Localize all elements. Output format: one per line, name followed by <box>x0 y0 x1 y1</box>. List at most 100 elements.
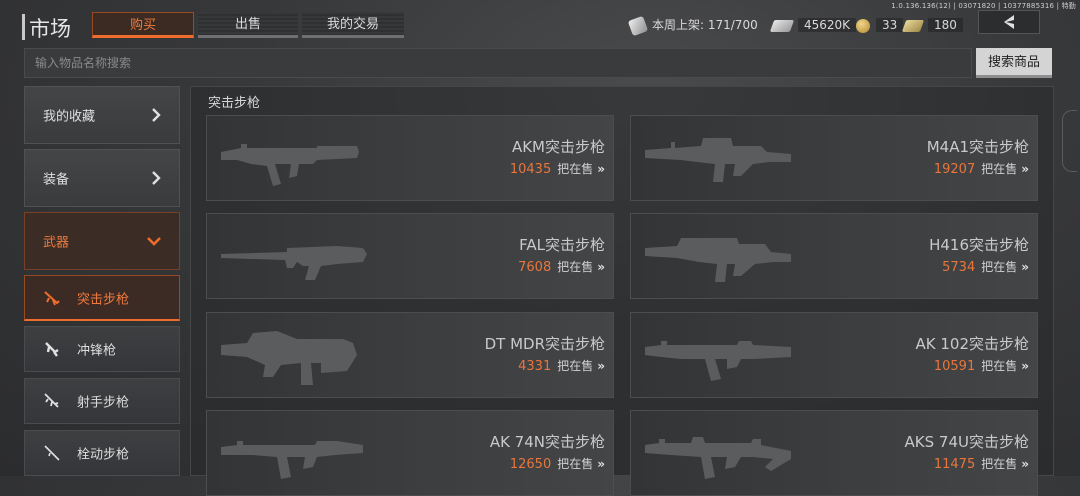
double-chevron-icon: » <box>597 260 605 274</box>
item-meta: 5734 把在售» <box>942 258 1029 275</box>
sidebar-sub-smg[interactable]: 冲锋枪 <box>24 326 180 372</box>
sidebar-item-label: 装备 <box>43 172 70 188</box>
item-image <box>207 214 386 298</box>
chevron-right-icon <box>152 171 161 185</box>
item-image <box>631 214 810 298</box>
item-meta: 10591 把在售» <box>934 357 1029 374</box>
item-price: 10591 <box>933 359 976 374</box>
tab-my-trades[interactable]: 我的交易 <box>302 12 404 38</box>
tab-sell[interactable]: 出售 <box>198 12 298 38</box>
search-button[interactable]: 搜索商品 <box>976 48 1052 78</box>
search-input[interactable] <box>24 48 972 78</box>
for-sale-label: 把在售 <box>557 359 594 373</box>
gold-cash-icon <box>901 19 925 32</box>
item-price: 19207 <box>933 162 976 177</box>
cash-stat: 45620K <box>769 14 857 36</box>
gold-cash-value: 180 <box>928 18 963 32</box>
item-meta: 19207 把在售» <box>934 160 1029 177</box>
for-sale-label: 把在售 <box>981 457 1018 471</box>
page-title: 市场 <box>29 17 71 41</box>
item-image <box>631 313 810 397</box>
double-chevron-icon: » <box>1021 359 1029 373</box>
item-name: DT MDR突击步枪 <box>484 335 605 353</box>
coin-stat: 33 <box>856 14 904 36</box>
item-image <box>631 411 810 495</box>
item-meta: 12650 把在售» <box>510 455 605 472</box>
title-accent-bar <box>22 14 25 40</box>
double-chevron-icon: » <box>1021 162 1029 176</box>
sidebar-sub-label: 突击步枪 <box>77 292 130 307</box>
item-card-aks74u[interactable]: AKS 74U突击步枪 11475 把在售» <box>630 410 1038 496</box>
for-sale-label: 把在售 <box>557 260 594 274</box>
item-card-m4a1[interactable]: M4A1突击步枪 19207 把在售» <box>630 115 1038 201</box>
sidebar-item-label: 我的收藏 <box>43 109 96 125</box>
marksman-rifle-icon <box>44 393 59 408</box>
item-price: 10435 <box>509 162 552 177</box>
back-arrow-icon <box>1004 15 1014 29</box>
item-image <box>207 116 386 200</box>
item-meta: 7608 把在售» <box>518 258 605 275</box>
tab-buy[interactable]: 购买 <box>92 12 194 38</box>
cash-value: 45620K <box>798 18 857 32</box>
sidebar-sub-label: 冲锋枪 <box>77 343 117 359</box>
double-chevron-icon: » <box>1021 457 1029 471</box>
fal-rifle-icon <box>221 246 367 280</box>
item-card-h416[interactable]: H416突击步枪 5734 把在售» <box>630 213 1038 299</box>
item-price: 7608 <box>518 260 552 275</box>
back-button[interactable] <box>978 10 1040 34</box>
aks74u-rifle-icon <box>645 437 791 479</box>
dt-mdr-rifle-icon <box>221 331 357 385</box>
sidebar-sub-assault-rifle[interactable]: 突击步枪 <box>24 275 180 321</box>
for-sale-label: 把在售 <box>557 162 594 176</box>
item-meta: 11475 把在售» <box>934 455 1029 472</box>
akm-rifle-icon <box>221 144 359 186</box>
double-chevron-icon: » <box>1021 260 1029 274</box>
h416-rifle-icon <box>645 238 791 282</box>
sidebar-item-favorites[interactable]: 我的收藏 <box>24 86 180 144</box>
item-image <box>207 411 386 495</box>
sidebar-item-label: 武器 <box>43 235 70 251</box>
sidebar-item-equipment[interactable]: 装备 <box>24 149 180 207</box>
item-card-ak74n[interactable]: AK 74N突击步枪 12650 把在售» <box>206 410 614 496</box>
item-image <box>631 116 810 200</box>
item-card-fal[interactable]: FAL突击步枪 7608 把在售» <box>206 213 614 299</box>
item-card-akm[interactable]: AKM突击步枪 10435 把在售» <box>206 115 614 201</box>
item-image <box>207 313 386 397</box>
item-name: AKS 74U突击步枪 <box>904 433 1029 451</box>
sidebar-sub-label: 栓动步枪 <box>77 447 130 463</box>
sidebar-sub-marksman-rifle[interactable]: 射手步枪 <box>24 378 180 424</box>
side-handle[interactable] <box>1062 110 1077 172</box>
for-sale-label: 把在售 <box>557 457 594 471</box>
item-price: 11475 <box>933 457 976 472</box>
gold-cash-stat: 180 <box>901 14 963 36</box>
item-price: 4331 <box>518 359 552 374</box>
double-chevron-icon: » <box>597 457 605 471</box>
sidebar-item-weapons[interactable]: 武器 <box>24 212 180 270</box>
for-sale-label: 把在售 <box>981 359 1018 373</box>
item-card-ak102[interactable]: AK 102突击步枪 10591 把在售» <box>630 312 1038 398</box>
item-price: 5734 <box>942 260 976 275</box>
double-chevron-icon: » <box>597 359 605 373</box>
item-card-dt-mdr[interactable]: DT MDR突击步枪 4331 把在售» <box>206 312 614 398</box>
section-title: 突击步枪 <box>208 96 261 111</box>
for-sale-label: 把在售 <box>981 260 1018 274</box>
smg-icon <box>45 342 59 357</box>
double-chevron-icon: » <box>597 162 605 176</box>
coin-icon <box>856 18 870 33</box>
bolt-rifle-icon <box>44 445 60 461</box>
item-name: H416突击步枪 <box>929 236 1029 254</box>
weekly-listing-label: 本周上架: 171/700 <box>652 18 758 32</box>
assault-rifle-icon <box>44 290 60 305</box>
chevron-down-icon <box>147 237 161 246</box>
for-sale-label: 把在售 <box>981 162 1018 176</box>
chevron-right-icon <box>152 108 161 122</box>
weekly-listing-stat: 本周上架: 171/700 <box>627 14 758 36</box>
ak74n-rifle-icon <box>221 441 363 479</box>
listing-bag-icon <box>627 15 649 36</box>
sidebar-sub-bolt-rifle[interactable]: 栓动步枪 <box>24 430 180 476</box>
ak102-rifle-icon <box>645 341 791 381</box>
item-name: AK 74N突击步枪 <box>489 433 605 451</box>
sidebar-sub-label: 射手步枪 <box>77 395 130 411</box>
item-price: 12650 <box>509 457 552 472</box>
coin-value: 33 <box>876 18 904 32</box>
